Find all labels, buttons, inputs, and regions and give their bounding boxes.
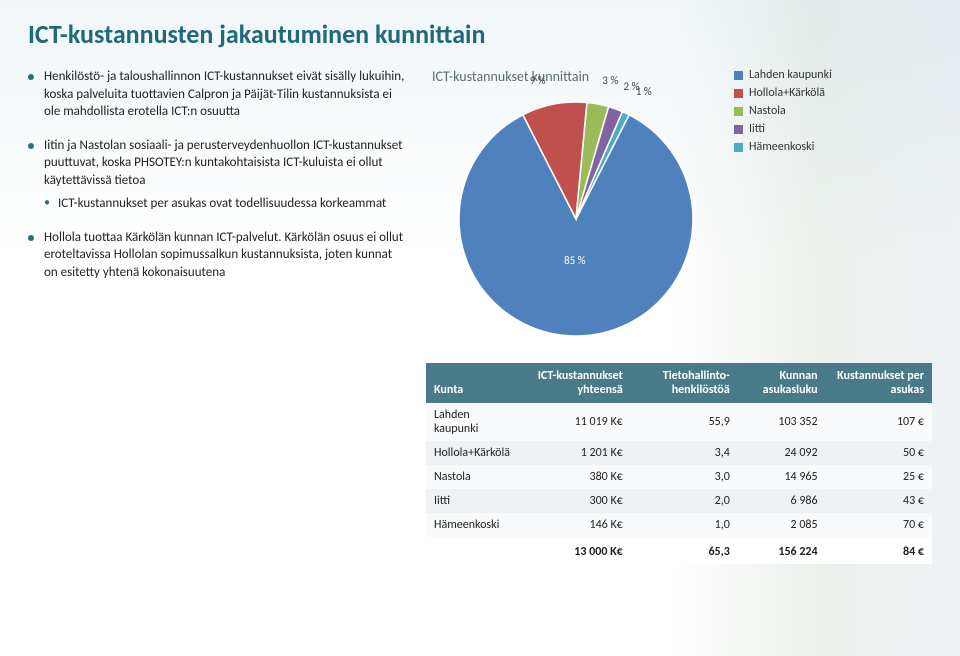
table-cell: 25 €	[826, 465, 932, 489]
legend-swatch	[734, 89, 743, 98]
legend-item: Nastola	[734, 104, 832, 118]
legend-label: Hollola+Kärkölä	[749, 86, 825, 100]
pie-label: 1 %	[636, 85, 652, 98]
table-row: Hollola+Kärkölä1 201 K€3,424 09250 €	[426, 441, 932, 465]
bullet-text: Iitin ja Nastolan sosiaali- ja perusterv…	[44, 138, 402, 188]
table-cell: 107 €	[826, 403, 932, 441]
col-kunta: Kunta	[426, 363, 521, 403]
table-row: Nastola380 K€3,014 96525 €	[426, 465, 932, 489]
table-cell: Lahden kaupunki	[426, 403, 521, 441]
bullet-item: Hollola tuottaa Kärkölän kunnan ICT-palv…	[28, 229, 408, 282]
pie-label: 9 %	[530, 74, 546, 87]
table-cell: 50 €	[826, 441, 932, 465]
legend-swatch	[734, 143, 743, 152]
col-henkilosto: Tietohallinto-henkilöstöä	[631, 363, 738, 403]
legend-item: Lahden kaupunki	[734, 68, 832, 82]
table-row: Iitti300 K€2,06 98643 €	[426, 489, 932, 513]
table-cell: 3,4	[631, 441, 738, 465]
table-cell: 3,0	[631, 465, 738, 489]
bullet-item: Iitin ja Nastolan sosiaali- ja perusterv…	[28, 137, 408, 213]
legend-label: Lahden kaupunki	[749, 68, 832, 82]
total-cell: 84 €	[826, 537, 932, 564]
total-cell: 13 000 K€	[521, 537, 631, 564]
total-cell: 65,3	[631, 537, 738, 564]
sub-bullet-item: ICT-kustannukset per asukas ovat todelli…	[44, 195, 408, 213]
table-cell: Hämeenkoski	[426, 513, 521, 537]
bullet-column: Henkilöstö- ja taloushallinnon ICT-kusta…	[28, 68, 408, 564]
table-cell: 2,0	[631, 489, 738, 513]
table-cell: 103 352	[738, 403, 826, 441]
table-cell: 14 965	[738, 465, 826, 489]
table-cell: 70 €	[826, 513, 932, 537]
table-cell: Hollola+Kärkölä	[426, 441, 521, 465]
total-cell: 156 224	[738, 537, 826, 564]
legend-item: Hollola+Kärkölä	[734, 86, 832, 100]
chart-legend: Lahden kaupunki Hollola+Kärkölä Nastola Iit…	[734, 68, 832, 158]
table-cell: Iitti	[426, 489, 521, 513]
col-asukasluku: Kunnan asukasluku	[738, 363, 826, 403]
table-cell: 43 €	[826, 489, 932, 513]
bullet-item: Henkilöstö- ja taloushallinnon ICT-kusta…	[28, 68, 408, 121]
legend-label: Iitti	[749, 122, 765, 136]
chart-title: ICT-kustannukset kunnittain	[426, 68, 726, 85]
legend-label: Hämeenkoski	[749, 140, 814, 154]
table-row: Lahden kaupunki11 019 K€55,9103 352107 €	[426, 403, 932, 441]
table-header-row: Kunta ICT-kustannukset yhteensä Tietohal…	[426, 363, 932, 403]
pie-label: 3 %	[602, 74, 618, 87]
table-cell: 146 K€	[521, 513, 631, 537]
table-cell: Nastola	[426, 465, 521, 489]
total-cell	[426, 537, 521, 564]
table-cell: 380 K€	[521, 465, 631, 489]
data-table: Kunta ICT-kustannukset yhteensä Tietohal…	[426, 363, 932, 564]
table-cell: 1,0	[631, 513, 738, 537]
col-per-asukas: Kustannukset per asukas	[826, 363, 932, 403]
col-ict-yhteensa: ICT-kustannukset yhteensä	[521, 363, 631, 403]
table-cell: 55,9	[631, 403, 738, 441]
table-cell: 24 092	[738, 441, 826, 465]
pie-svg	[446, 89, 706, 349]
legend-swatch	[734, 71, 743, 80]
legend-item: Hämeenkoski	[734, 140, 832, 154]
legend-swatch	[734, 107, 743, 116]
pie-chart: ICT-kustannukset kunnittain 85 %9 %3 %2 …	[426, 68, 726, 349]
page-title: ICT-kustannusten jakautuminen kunnittain	[28, 18, 932, 50]
table-cell: 300 K€	[521, 489, 631, 513]
table-cell: 6 986	[738, 489, 826, 513]
table-total-row: 13 000 K€ 65,3 156 224 84 €	[426, 537, 932, 564]
legend-label: Nastola	[749, 104, 786, 118]
table-cell: 2 085	[738, 513, 826, 537]
table-cell: 1 201 K€	[521, 441, 631, 465]
legend-item: Iitti	[734, 122, 832, 136]
pie-label: 85 %	[564, 254, 586, 267]
table-row: Hämeenkoski146 K€1,02 08570 €	[426, 513, 932, 537]
legend-swatch	[734, 125, 743, 134]
table-cell: 11 019 K€	[521, 403, 631, 441]
